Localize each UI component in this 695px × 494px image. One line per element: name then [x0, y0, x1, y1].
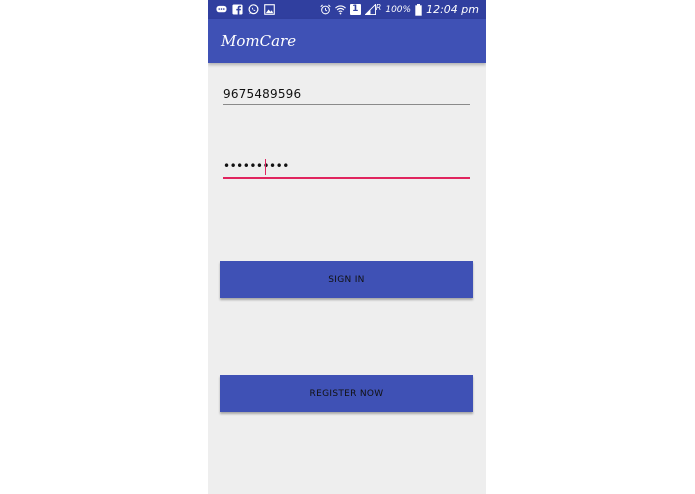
password-input[interactable]: ••••••••••: [223, 156, 470, 179]
text-cursor: [265, 159, 266, 175]
sim-1-icon: 1: [349, 4, 361, 15]
battery-icon: [415, 3, 422, 16]
facebook-icon: [232, 4, 243, 15]
chat-icon: [216, 5, 227, 13]
roaming-indicator: R: [375, 2, 382, 12]
register-now-button[interactable]: REGISTER NOW: [220, 375, 473, 412]
whatsapp-icon: [248, 4, 259, 15]
gallery-icon: [264, 4, 275, 15]
password-value: ••••••••••: [223, 159, 289, 173]
alarm-icon: [320, 4, 331, 15]
status-bar: 1 R 100% 12:04 pm: [208, 0, 486, 19]
status-bar-system: 1 R 100% 12:04 pm: [320, 3, 486, 16]
app-title: MomCare: [221, 32, 297, 50]
phone-number-input[interactable]: 9675489596: [223, 84, 470, 105]
status-bar-notifications: [208, 4, 275, 15]
wifi-icon: [334, 5, 346, 15]
clock: 12:04 pm: [426, 3, 479, 16]
signal-icon: [364, 4, 376, 15]
phone-number-value: 9675489596: [223, 87, 302, 101]
app-bar: MomCare: [208, 19, 486, 63]
phone-screen: 1 R 100% 12:04 pm MomCare 9675489596 •••…: [208, 0, 486, 494]
battery-percent: 100%: [385, 4, 412, 15]
sign-in-button[interactable]: SIGN IN: [220, 261, 473, 298]
